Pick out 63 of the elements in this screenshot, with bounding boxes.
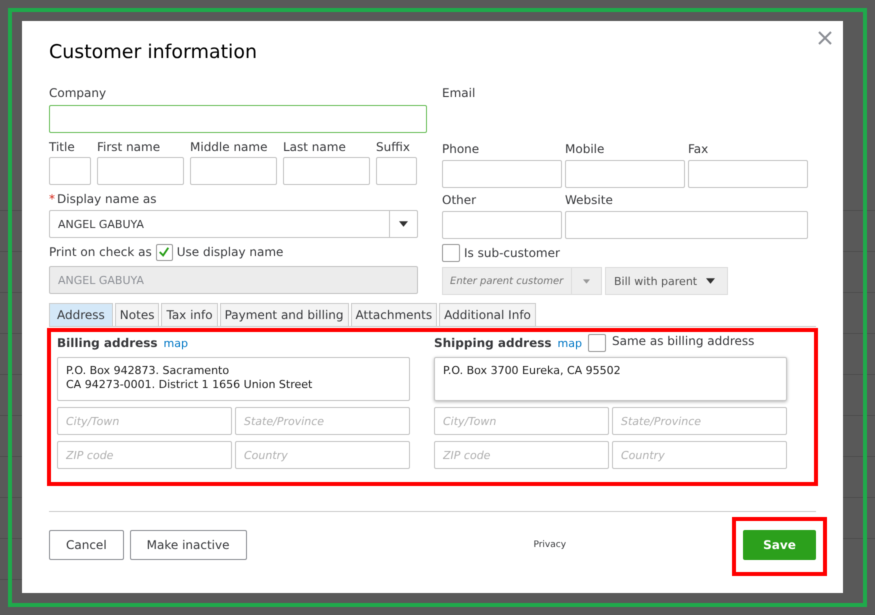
checkbox-label: Same as billing address (612, 334, 754, 348)
country-field[interactable]: Country (612, 441, 787, 469)
phone-field[interactable] (442, 160, 562, 188)
name-field[interactable] (283, 157, 370, 185)
field-label: First name (97, 139, 162, 155)
field-label: Other (442, 192, 478, 208)
country-field[interactable]: Country (235, 441, 410, 469)
text-field[interactable] (565, 211, 808, 239)
tab[interactable]: Tax info (161, 303, 218, 326)
text-field[interactable] (442, 211, 562, 239)
phone-field[interactable] (565, 160, 685, 188)
company-field[interactable] (49, 105, 427, 133)
field-label: Website (565, 192, 614, 208)
name-field[interactable] (49, 157, 91, 185)
checkbox-label: Use display name (176, 245, 284, 259)
street-field[interactable]: P.O. Box 942873. Sacramento CA 94273-0001. District 1 1656 Union Street (57, 357, 410, 401)
city-field[interactable]: City/Town (434, 407, 609, 435)
map-link[interactable]: map (558, 336, 582, 350)
section-label: Shipping address (434, 335, 552, 351)
caret-icon (399, 221, 408, 227)
required-mark: * (49, 191, 55, 207)
name-field[interactable] (97, 157, 184, 185)
field-label: Company (49, 85, 108, 101)
field-label: Email (442, 85, 476, 101)
checkbox[interactable] (588, 334, 606, 352)
close-icon[interactable] (817, 30, 833, 46)
field-label: Mobile (565, 141, 606, 157)
name-field[interactable] (190, 157, 277, 185)
field-label: Fax (688, 141, 710, 157)
map-link[interactable]: map (164, 336, 188, 350)
checkbox[interactable] (156, 244, 173, 260)
field-label: Title (49, 139, 76, 155)
print-name-field: ANGEL GABUYA (49, 266, 418, 294)
checkbox-label: Is sub-customer (464, 246, 560, 260)
display-name-dropdown[interactable]: ANGEL GABUYA (49, 210, 418, 238)
field-label: Middle name (190, 139, 268, 155)
tab[interactable]: Attachments (350, 303, 438, 326)
checkbox[interactable] (442, 244, 460, 262)
tab[interactable]: Additional Info (439, 303, 536, 326)
city-field[interactable]: City/Town (57, 407, 232, 435)
zip-field[interactable]: ZIP code (434, 441, 609, 469)
caret-icon (706, 278, 715, 284)
field-label: Last name (283, 139, 347, 155)
field-label: Display name as (57, 191, 156, 207)
tab[interactable]: Payment and billing (220, 303, 349, 326)
dropdown-button[interactable] (571, 267, 602, 295)
field-label: Print on check as (49, 244, 152, 260)
privacy-link[interactable]: Privacy (533, 540, 566, 550)
field-label: Suffix (376, 139, 411, 155)
tab[interactable]: Notes (114, 303, 160, 326)
name-field[interactable] (376, 157, 417, 185)
tab[interactable]: Address (49, 303, 113, 326)
section-label: Billing address (57, 335, 158, 351)
street-field[interactable]: P.O. Box 3700 Eureka, CA 95502 (434, 357, 787, 401)
dialog-title: Customer information (49, 40, 258, 65)
state-field[interactable]: State/Province (612, 407, 787, 435)
state-field[interactable]: State/Province (235, 407, 410, 435)
zip-field[interactable]: ZIP code (57, 441, 232, 469)
field-label: Phone (442, 141, 480, 157)
bill-option-dropdown[interactable]: Bill with parent (605, 267, 728, 295)
cancel-button[interactable]: Cancel (49, 530, 124, 560)
caret-icon (583, 278, 590, 284)
phone-field[interactable] (688, 160, 808, 188)
